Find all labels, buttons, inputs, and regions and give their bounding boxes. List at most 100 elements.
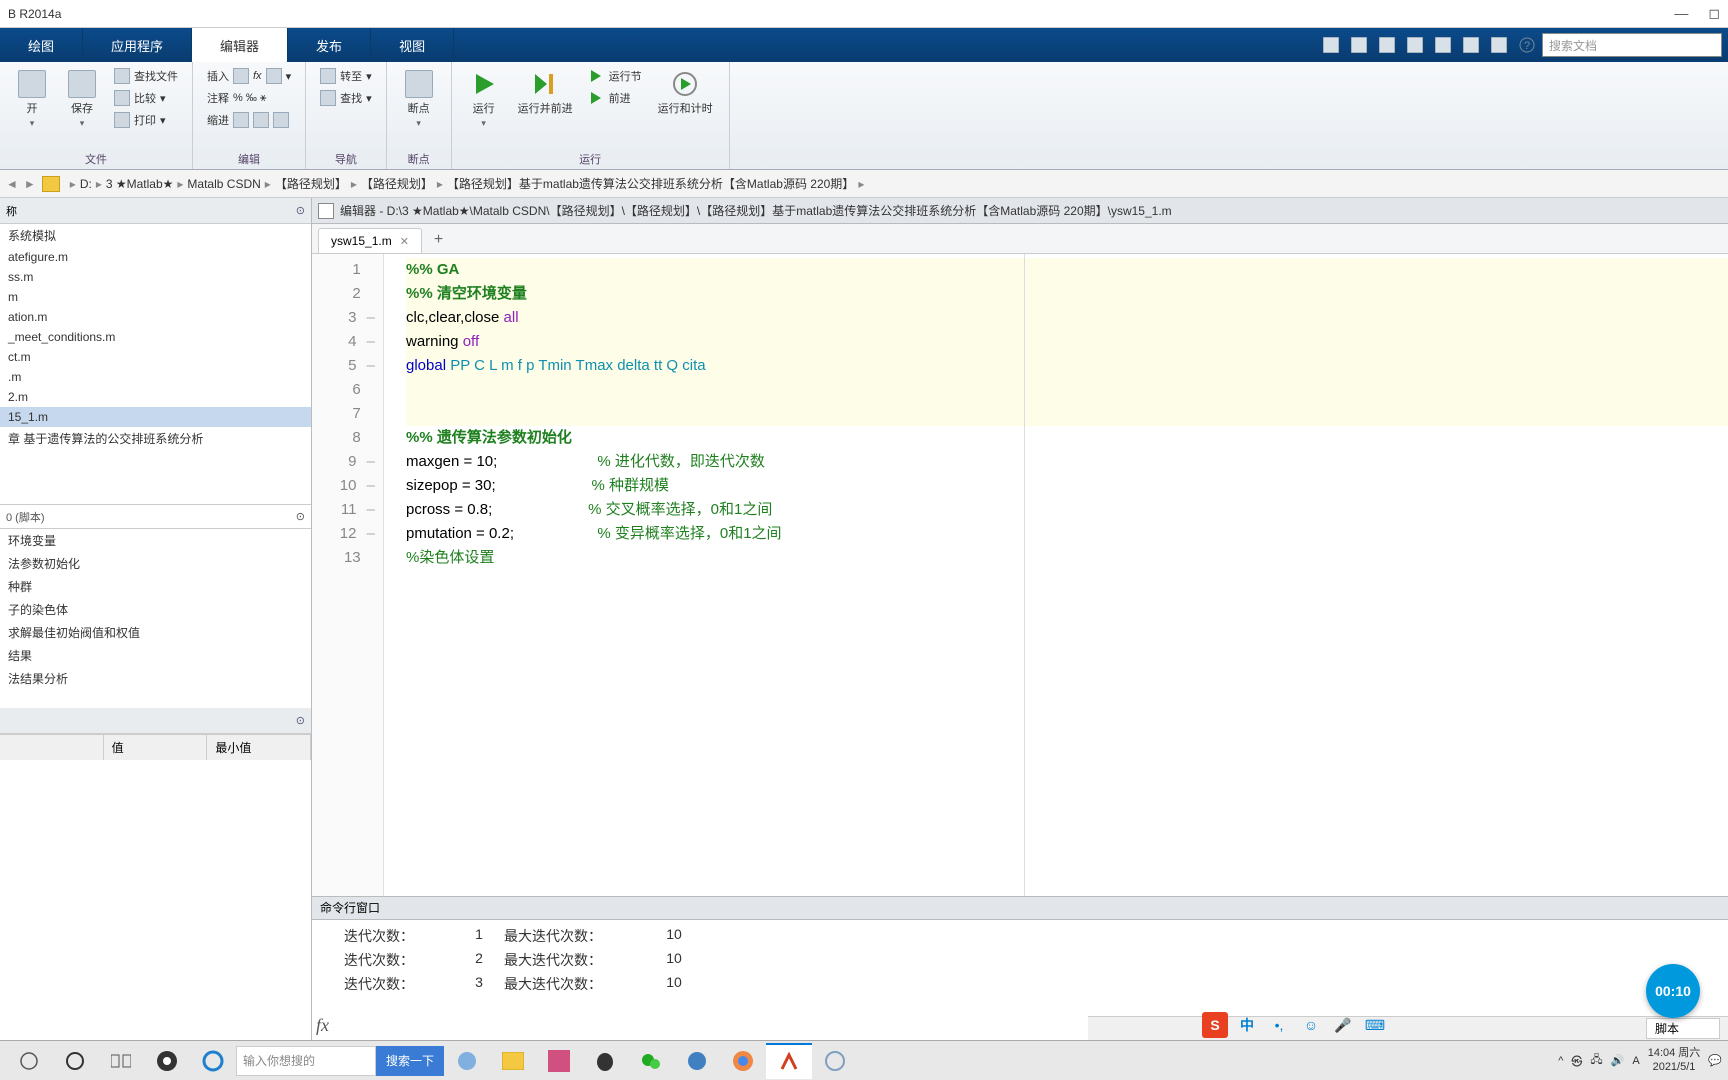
collapse-icon[interactable]: ⊙	[296, 714, 305, 727]
path-seg[interactable]: D:	[80, 177, 92, 191]
recording-timer[interactable]: 00:10	[1646, 964, 1700, 1018]
file-item[interactable]: ation.m	[0, 307, 311, 327]
section-item[interactable]: 子的染色体	[0, 598, 311, 621]
help-icon[interactable]: ?	[1514, 32, 1540, 58]
file-type-dropdown[interactable]: 0 (脚本) ⊙	[0, 504, 311, 528]
undo-icon[interactable]	[1458, 32, 1484, 58]
minimize-icon[interactable]: —	[1674, 5, 1688, 22]
path-seg[interactable]: 【路径规划】	[361, 175, 433, 192]
cut-icon[interactable]	[1374, 32, 1400, 58]
code-body[interactable]: %% GA%% 清空环境变量clc,clear,close allwarning…	[384, 254, 1728, 896]
comment-button[interactable]: 注释 % ‰ ⚹	[203, 88, 295, 108]
col-value[interactable]: 值	[104, 735, 208, 760]
close-icon[interactable]: ✕	[400, 235, 409, 248]
find-files-button[interactable]: 查找文件	[110, 66, 182, 86]
cortana-icon[interactable]	[52, 1043, 98, 1079]
code-line[interactable]: clc,clear,close all	[406, 306, 1728, 330]
collapse-icon[interactable]: ⊙	[296, 204, 305, 217]
tray-network-icon[interactable]: 🖧	[1590, 1051, 1602, 1070]
col-min[interactable]: 最小值	[207, 735, 311, 760]
tray-volume-icon[interactable]: 🔊	[1611, 1054, 1625, 1067]
code-line[interactable]: pmutation = 0.2; % 变异概率选择，0和1之间	[406, 522, 1728, 546]
run-button[interactable]: 运行▾	[462, 66, 506, 149]
col-name[interactable]	[0, 735, 104, 760]
code-line[interactable]: warning off	[406, 330, 1728, 354]
file-item[interactable]: _meet_conditions.m	[0, 327, 311, 347]
qat-icon[interactable]	[1318, 32, 1344, 58]
qq-icon[interactable]	[582, 1043, 628, 1079]
code-line[interactable]: %染色体设置	[406, 546, 1728, 570]
tray-a-icon[interactable]: A	[1632, 1055, 1639, 1067]
sogou-icon[interactable]: S	[1202, 1012, 1228, 1038]
tab-plot[interactable]: 绘图	[0, 28, 83, 62]
paste-icon[interactable]	[1430, 32, 1456, 58]
section-item[interactable]: 结果	[0, 644, 311, 667]
chevron-down-icon[interactable]: ⊙	[296, 510, 305, 523]
start-button[interactable]	[6, 1043, 52, 1079]
section-item[interactable]: 种群	[0, 575, 311, 598]
ime-lang-icon[interactable]: 中	[1234, 1012, 1260, 1038]
tab-editor[interactable]: 编辑器	[192, 28, 288, 62]
tab-view[interactable]: 视图	[371, 28, 454, 62]
tab-apps[interactable]: 应用程序	[83, 28, 192, 62]
goto-button[interactable]: 转至 ▾	[316, 66, 376, 86]
redo-icon[interactable]	[1486, 32, 1512, 58]
code-editor[interactable]: 1 2 3 –4 –5 –6 7 8 9 –10 –11 –12 –13 %% …	[312, 254, 1728, 896]
run-time-button[interactable]: 运行和计时	[652, 66, 719, 149]
file-item[interactable]: 系统模拟	[0, 224, 311, 247]
maximize-icon[interactable]: ◻	[1708, 5, 1720, 22]
section-list[interactable]: 环境变量法参数初始化种群子的染色体求解最佳初始阀值和权值结果法结果分析	[0, 528, 311, 708]
editor-tab[interactable]: ysw15_1.m ✕	[318, 228, 422, 253]
app-icon-2[interactable]	[536, 1043, 582, 1079]
file-item[interactable]: 2.m	[0, 387, 311, 407]
file-item[interactable]: ss.m	[0, 267, 311, 287]
matlab-icon[interactable]	[766, 1043, 812, 1079]
path-seg[interactable]: 3 ★Matlab★	[106, 177, 174, 191]
code-line[interactable]: %% 遗传算法参数初始化	[406, 426, 1728, 450]
code-line[interactable]: %% 清空环境变量	[406, 282, 1728, 306]
explorer-icon[interactable]	[490, 1043, 536, 1079]
save-button[interactable]: 保存▾	[60, 66, 104, 149]
add-tab-button[interactable]: +	[424, 227, 453, 253]
code-line[interactable]	[406, 402, 1728, 426]
tray-ime-icon[interactable]: ㉿	[1571, 1053, 1582, 1069]
find-button[interactable]: 查找 ▾	[316, 88, 376, 108]
taskbar-search-button[interactable]: 搜索一下	[376, 1046, 444, 1076]
file-item[interactable]: atefigure.m	[0, 247, 311, 267]
section-item[interactable]: 法参数初始化	[0, 552, 311, 575]
file-item[interactable]: 章 基于遗传算法的公交排班系统分析	[0, 427, 311, 450]
ie-icon[interactable]	[190, 1043, 236, 1079]
search-doc-input[interactable]: 搜索文档	[1542, 33, 1722, 57]
file-item[interactable]: .m	[0, 367, 311, 387]
ime-mic-icon[interactable]: 🎤	[1330, 1012, 1356, 1038]
notifications-icon[interactable]: 💬	[1708, 1054, 1722, 1067]
indent-button[interactable]: 缩进	[203, 110, 295, 130]
code-line[interactable]	[406, 378, 1728, 402]
file-item[interactable]: ct.m	[0, 347, 311, 367]
file-list[interactable]: 系统模拟atefigure.mss.mmation.m_meet_conditi…	[0, 224, 311, 504]
app-icon-1[interactable]	[444, 1043, 490, 1079]
obs-icon[interactable]	[144, 1043, 190, 1079]
file-item[interactable]: 15_1.m	[0, 407, 311, 427]
taskbar-search-input[interactable]: 输入你想搜的	[236, 1046, 376, 1076]
code-line[interactable]: maxgen = 10; % 进化代数，即迭代次数	[406, 450, 1728, 474]
run-section-button[interactable]: 运行节	[585, 66, 646, 86]
path-seg[interactable]: Matalb CSDN	[187, 177, 260, 191]
code-line[interactable]: global PP C L m f p Tmin Tmax delta tt Q…	[406, 354, 1728, 378]
code-line[interactable]: sizepop = 30; % 种群规模	[406, 474, 1728, 498]
path-seg[interactable]: 【路径规划】基于matlab遗传算法公交排班系统分析【含Matlab源码 220…	[447, 175, 854, 192]
code-line[interactable]: pcross = 0.8; % 交叉概率选择，0和1之间	[406, 498, 1728, 522]
compare-button[interactable]: 比较 ▾	[110, 88, 182, 108]
section-item[interactable]: 法结果分析	[0, 667, 311, 690]
chrome-icon[interactable]	[720, 1043, 766, 1079]
breakpoints-button[interactable]: 断点▾	[397, 66, 441, 149]
insert-button[interactable]: 插入 fx ▾	[203, 66, 295, 86]
fwd-icon[interactable]: ►	[24, 177, 36, 191]
code-line[interactable]: %% GA	[406, 258, 1728, 282]
folder-icon[interactable]	[42, 176, 60, 192]
open-button[interactable]: 开▾	[10, 66, 54, 149]
app-icon-3[interactable]	[674, 1043, 720, 1079]
app-icon-4[interactable]	[812, 1043, 858, 1079]
save-icon[interactable]	[1346, 32, 1372, 58]
ime-punct-icon[interactable]: •,	[1266, 1012, 1292, 1038]
